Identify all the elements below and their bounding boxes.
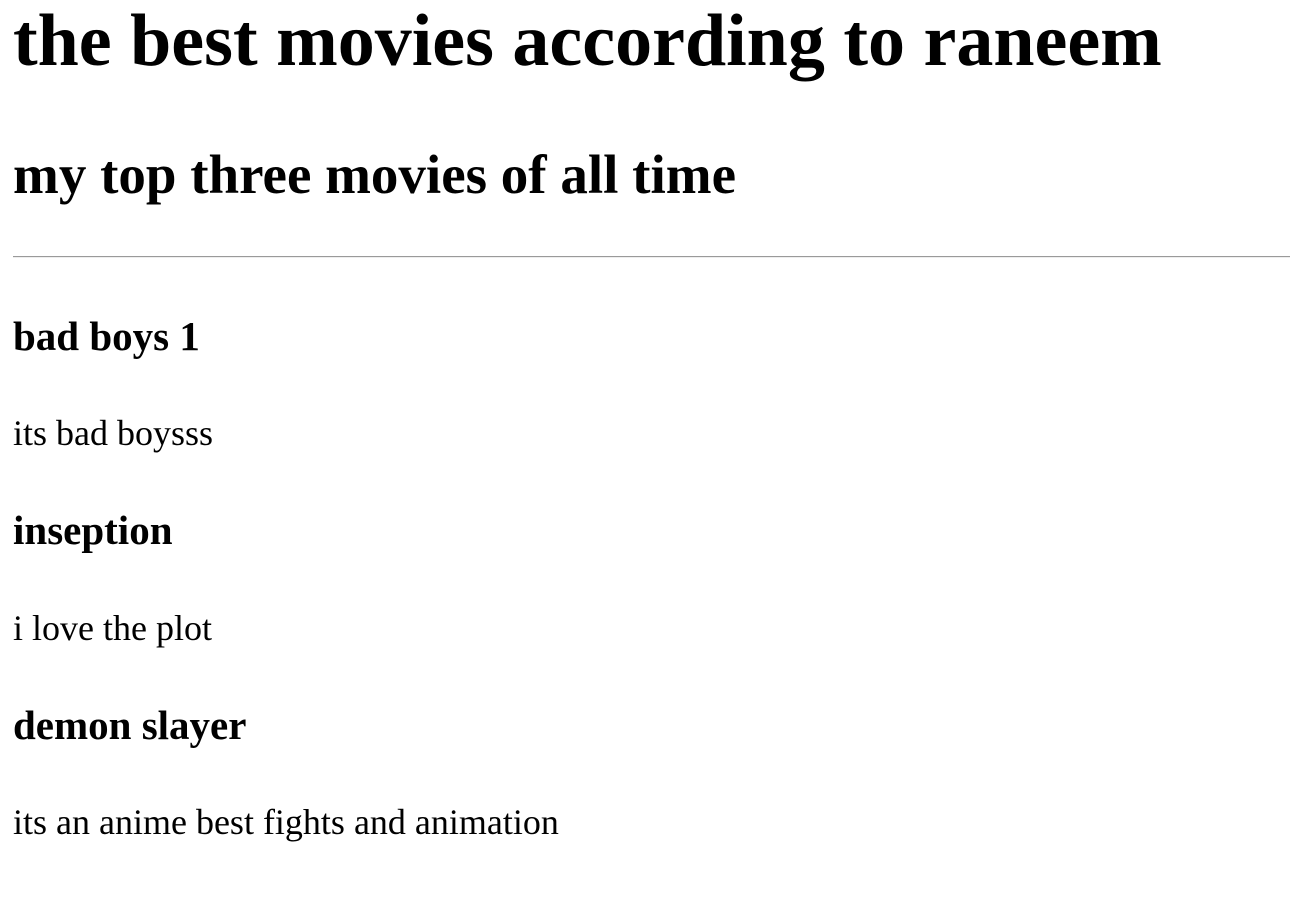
page-subtitle: my top three movies of all time: [13, 144, 736, 205]
movie-title: demon slayer: [13, 702, 247, 748]
movie-description: its bad boysss: [13, 413, 214, 453]
section-divider: [13, 256, 1290, 258]
page-title: the best movies according to raneem: [13, 0, 1162, 82]
movie-description: its an anime best fights and animation: [13, 802, 559, 842]
movie-title: bad boys 1: [13, 313, 200, 359]
movie-description: i love the plot: [13, 608, 212, 648]
movie-title: inseption: [13, 507, 173, 553]
